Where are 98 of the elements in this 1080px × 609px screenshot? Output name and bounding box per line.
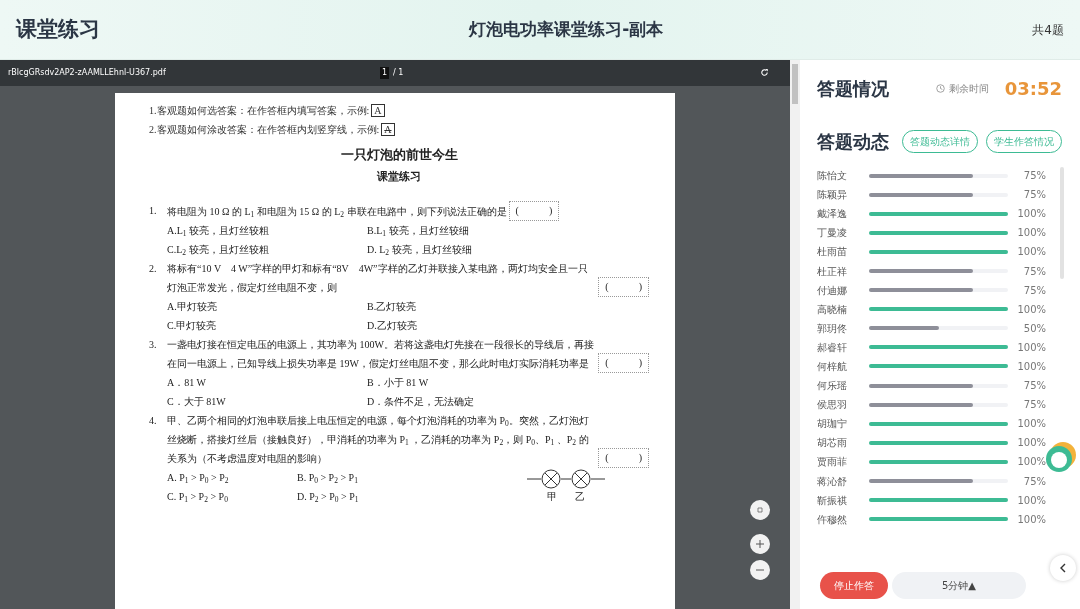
student-name: 仵穆然 [817,512,848,527]
answer-box[interactable]: ( ) [598,352,649,373]
question-text: 一盏电灯接在恒定电压的电源上，其功率为 100W。若将这盏电灯先接在一段很长的导线后，再接在同一电源上，已知导线上损失功率是 19W，假定灯丝电阻不变，那么此时电灯实际消耗功率是 [167,337,595,371]
clock-icon [935,83,945,93]
answer-box[interactable]: ( ) [598,276,649,297]
plus-icon [756,540,764,548]
option-text: B. P$_{0}$ > P$_{2}$ > P$_{1}$ [297,470,359,487]
student-name: 靳振祺 [817,493,848,508]
student-name: 丁曼凌 [817,226,848,241]
student-name: 杜正祥 [817,264,848,279]
student-name: 胡珈宁 [817,417,848,432]
extend-time-button[interactable]: 5分钟▲ [892,572,1027,599]
option-text: C．大于 81W [167,394,227,409]
option-text: B.乙灯较亮 [367,299,418,314]
completion-percent: 100% [1016,302,1046,317]
question-text: 将电阻为 10 Ω 的 L$_{1}$ 和电阻为 15 Ω 的 L$_{2}$ 串联在电路中，则下列说法正确的是 [167,204,507,221]
circuit-label: 乙 [575,490,585,505]
completion-percent: 75% [1022,379,1046,394]
student-name: 蒋沁舒 [817,474,848,489]
completion-percent: 100% [1016,417,1046,432]
completion-percent: 75% [1022,283,1046,298]
fit-page-button[interactable] [750,500,770,520]
student-name: 何梓航 [817,360,848,374]
student-name: 戴泽逸 [817,207,848,222]
section-title: 答题情况 [817,76,889,101]
completion-percent: 100% [1016,512,1046,527]
student-name: 付迪娜 [817,283,848,298]
circuit-label: 甲 [547,490,557,505]
question-number: 4. [149,413,158,428]
student-name: 胡芯雨 [817,436,848,451]
answer-box[interactable]: ( ) [598,447,649,468]
scrollbar-thumb[interactable] [792,64,798,104]
student-name: 郭玥佟 [817,321,848,336]
option-text: B.L$_{1}$ 较亮，且灯丝较细 [367,223,470,240]
answer-box[interactable]: ( ) [508,200,560,221]
stop-answering-button[interactable]: 停止作答 [820,572,888,599]
question-number: 2. [149,261,158,276]
student-name: 侯思羽 [817,398,848,413]
completion-percent: 75% [1022,169,1046,184]
student-name: 高晓楠 [817,302,848,317]
chevron-left-icon [1059,563,1067,573]
option-text: C.甲灯较亮 [167,318,218,333]
completion-percent: 75% [1022,398,1046,413]
completion-percent: 100% [1016,340,1046,355]
completion-percent: 75% [1022,188,1046,203]
student-name: 陈颖异 [817,188,848,203]
completion-percent: 100% [1016,455,1046,470]
question-text: 将标有“10 V 4 W”字样的甲灯和标有“8V 4W”字样的乙灯并联接入某电路，两灯均安全且一只灯泡正常发光，假定灯丝电阻不变，则 [167,261,589,295]
option-text: A．81 W [167,375,207,390]
question-text: 甲、乙两个相同的灯泡串联后接上电压恒定的电源，每个灯泡消耗的功率为 P$_{0}$。突然，乙灯泡灯丝烧断，搭接灯丝后（接触良好），甲消耗的功率为 P$_{1}$ ，乙消耗的功率为 P$_{2}$，则 P$_{0}$、P$_{1}$ 、P$_{2}$ 的关系为（不考虑温度对电阻的影响） [167,413,590,466]
student-name: 贾雨菲 [817,455,848,470]
student-name: 何乐瑶 [817,379,848,394]
document-title: 一只灯泡的前世今生 [339,145,459,164]
sample-answer-box: A [371,103,385,117]
completion-percent: 100% [1016,226,1046,241]
option-text: C.L$_{2}$ 较亮，且灯丝较粗 [167,242,270,259]
option-text: D. L$_{2}$ 较亮，且灯丝较细 [367,242,473,259]
completion-percent: 100% [1016,436,1046,451]
zoom-out-button[interactable] [750,560,770,580]
time-label: 剩余时间 [948,81,989,96]
zoom-in-button[interactable] [750,534,770,554]
instruction-text: 1.客观题如何选答案：在作答框内填写答案，示例: [149,103,370,118]
student-name: 杜雨苗 [817,245,848,260]
rotate-icon[interactable] [760,68,769,78]
instruction-text: 2.客观题如何涂改答案：在作答框内划竖穿线，示例: [149,122,380,137]
option-text: D．条件不足，无法确定 [367,394,476,409]
countdown-timer: 03:52 [1004,76,1062,101]
file-name: rBlcgGRsdv2AP2-zAAMLLEhnl-U367.pdf [8,66,166,79]
app-title: 课堂练习 [16,15,100,43]
page-total: / 1 [393,66,404,79]
completion-percent: 100% [1016,493,1046,508]
completion-percent: 50% [1022,321,1046,336]
option-text: A. P$_{1}$ > P$_{0}$ > P$_{2}$ [167,470,230,487]
question-count: 共4题 [1032,21,1064,39]
completion-percent: 100% [1016,360,1046,374]
section-title: 答题动态 [817,129,889,154]
fit-icon [756,506,764,514]
exercise-title: 灯泡电功率课堂练习-副本 [469,17,664,41]
completion-percent: 75% [1022,474,1046,489]
option-text: A.甲灯较亮 [167,299,218,314]
mascot-sticker-icon [1044,440,1078,474]
document-subtitle: 课堂练习 [376,169,422,185]
minus-icon [756,569,764,571]
question-number: 1. [149,203,158,218]
page-number-field[interactable]: 1 [380,66,390,79]
sample-answer-box: A [381,122,395,136]
completion-percent: 75% [1022,264,1046,279]
option-text: C. P$_{1}$ > P$_{2}$ > P$_{0}$ [167,489,229,506]
collapse-button[interactable] [1050,555,1076,581]
option-text: D.乙灯较亮 [367,318,418,333]
completion-percent: 100% [1016,207,1046,222]
option-text: B．小于 81 W [367,375,430,390]
completion-percent: 100% [1016,245,1046,260]
student-name: 郝睿轩 [817,340,848,355]
option-text: D. P$_{2}$ > P$_{0}$ > P$_{1}$ [297,489,360,506]
student-name: 陈怡文 [817,169,848,184]
question-number: 3. [149,337,158,352]
option-text: A.L$_{1}$ 较亮，且灯丝较粗 [167,223,271,240]
